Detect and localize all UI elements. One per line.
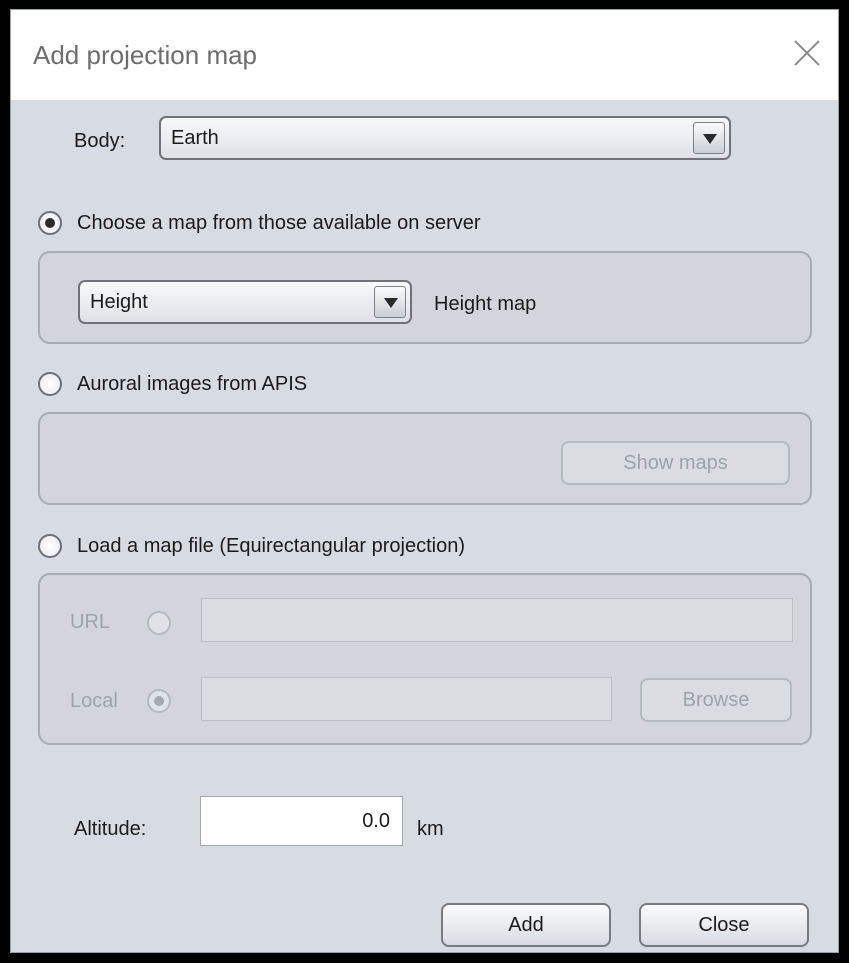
load-file-radio-label: Load a map file (Equirectangular project… — [77, 535, 465, 557]
add-projection-map-dialog: Add projection map Body: Earth Choose a … — [10, 9, 839, 953]
body-select-value: Earth — [171, 127, 219, 149]
altitude-input[interactable]: 0.0 — [200, 796, 403, 846]
local-label: Local — [70, 690, 118, 712]
apis-panel: Show maps — [38, 412, 812, 505]
server-map-description: Height map — [434, 293, 537, 315]
local-radio[interactable] — [147, 689, 171, 713]
load-file-panel: URL Local Browse — [38, 573, 812, 745]
chevron-down-icon — [703, 134, 717, 144]
url-label: URL — [70, 611, 111, 633]
title-bar: Add projection map — [11, 10, 838, 100]
server-map-panel: Height Height map — [38, 251, 812, 344]
browse-button[interactable]: Browse — [640, 678, 792, 722]
server-map-select[interactable]: Height — [78, 280, 412, 324]
chevron-down-icon — [384, 298, 398, 308]
close-button[interactable]: Close — [639, 903, 809, 947]
server-map-select-value: Height — [90, 291, 148, 313]
body-select-dropdown-button[interactable] — [693, 122, 725, 154]
server-map-dropdown-button[interactable] — [374, 286, 406, 318]
url-field[interactable] — [201, 598, 793, 642]
body-label: Body: — [74, 130, 126, 152]
body-select[interactable]: Earth — [159, 116, 731, 160]
server-map-radio-label: Choose a map from those available on ser… — [77, 212, 481, 234]
show-maps-button[interactable]: Show maps — [561, 441, 790, 485]
server-map-radio[interactable] — [38, 211, 62, 235]
window-title: Add projection map — [33, 40, 258, 70]
load-file-radio[interactable] — [38, 534, 62, 558]
add-button[interactable]: Add — [441, 903, 611, 947]
altitude-unit: km — [417, 818, 444, 840]
local-path-field[interactable] — [201, 677, 612, 721]
apis-radio[interactable] — [38, 372, 62, 396]
apis-radio-label: Auroral images from APIS — [77, 373, 308, 395]
url-radio[interactable] — [147, 611, 171, 635]
close-icon[interactable] — [792, 38, 822, 68]
altitude-label: Altitude: — [74, 818, 147, 840]
